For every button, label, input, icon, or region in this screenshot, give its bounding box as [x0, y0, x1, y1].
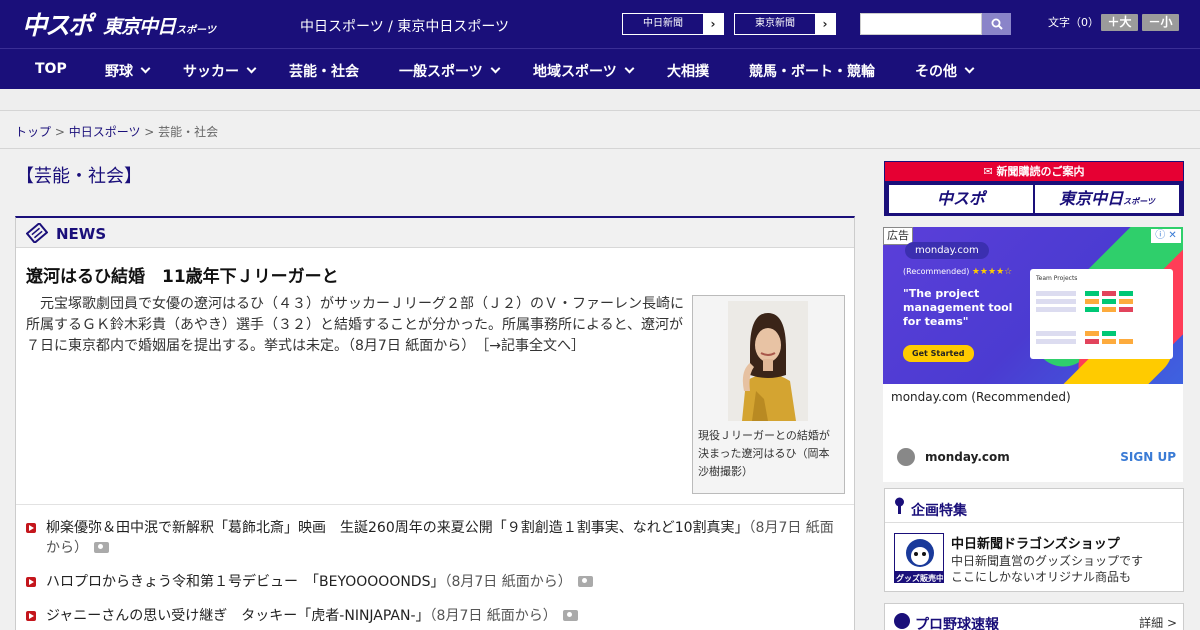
camera-icon — [577, 576, 593, 587]
baseball-icon — [894, 613, 910, 629]
feature-item-desc: 中日新聞直営のグッズショップです ここにしかないオリジナル商品も — [951, 554, 1144, 584]
font-smaller-button[interactable]: －小 — [1142, 14, 1179, 31]
list-item[interactable]: ハロプロからきょう令和第１号デビュー 「BEYOOOOONDS」（8月7日 紙面… — [26, 572, 846, 592]
top-header: 中スポ 東京中日 スポーツ 中日スポーツ / 東京中日スポーツ 中日新聞 › 東… — [0, 0, 1200, 48]
search-icon — [991, 18, 1003, 30]
star-icon: ★★★★☆ — [971, 267, 1013, 277]
chevron-down-icon — [624, 63, 635, 74]
monday-logo: monday.com — [905, 242, 989, 259]
chevron-down-icon — [246, 63, 257, 74]
news-photo-box: 現役Ｊリーガーとの結婚が決まった遼河はるひ（岡本沙樹撮影） — [692, 295, 845, 494]
subscribe-chuspo-button[interactable]: 中スポ — [889, 185, 1033, 213]
news-headline[interactable]: 遼河はるひ結婚 11歳年下Ｊリーガーと — [26, 262, 339, 287]
baseball-live-box: プロ野球速報 詳細 > — [884, 603, 1184, 630]
list-item[interactable]: ジャニーさんの思い受け継ぎ タッキー「虎者-NINJAPAN-」（8月7日 紙面… — [26, 606, 846, 626]
ad-domain: monday.com — [925, 450, 1010, 464]
breadcrumb-bar: トップ > 中日スポーツ > 芸能・社会 — [0, 111, 1200, 149]
subscription-box: ✉ 新聞購読のご案内 中スポ 東京中日スポーツ — [884, 161, 1184, 216]
camera-icon — [94, 542, 109, 553]
nav-item-other[interactable]: その他 — [915, 61, 975, 81]
list-item[interactable]: 柳楽優弥＆田中泯で新解釈「葛飾北斎」映画 生誕260周年の来夏公開「９割創造１割… — [26, 518, 846, 558]
nav-item-top[interactable]: TOP — [35, 61, 67, 77]
site-title[interactable]: 中日スポーツ / 東京中日スポーツ — [300, 16, 509, 36]
tokyo-shimbun-link[interactable]: 東京新聞 › — [734, 13, 836, 35]
ad-close-icon[interactable]: ⓘ ✕ — [1151, 229, 1181, 243]
chevron-right-icon: › — [703, 14, 723, 34]
news-icon — [26, 223, 48, 243]
nav-item-local-sports[interactable]: 地域スポーツ — [533, 61, 635, 81]
camera-icon — [562, 610, 578, 621]
feature-header: 企画特集 — [885, 489, 1183, 523]
photo-caption: 現役Ｊリーガーとの結婚が決まった遼河はるひ（岡本沙樹撮影） — [698, 429, 830, 478]
nav-item-soccer[interactable]: サッカー — [183, 61, 257, 81]
bullet-icon — [26, 523, 36, 533]
divider — [16, 504, 854, 505]
nav-item-baseball[interactable]: 野球 — [105, 61, 151, 81]
globe-icon — [897, 448, 915, 466]
pin-icon — [895, 497, 904, 514]
nav-spacer — [0, 89, 1200, 111]
svg-text:グッズ販売中: グッズ販売中 — [896, 573, 944, 583]
chevron-down-icon — [490, 63, 501, 74]
font-larger-button[interactable]: ＋大 — [1101, 14, 1138, 31]
news-box: NEWS 遼河はるひ結婚 11歳年下Ｊリーガーと 元宝塚歌劇団員で女優の遼河はる… — [15, 216, 855, 630]
bullet-icon — [26, 577, 36, 587]
chevron-down-icon — [964, 63, 975, 74]
ad-advertiser: monday.com (Recommended) — [891, 390, 1071, 404]
search-button[interactable] — [982, 13, 1011, 35]
dragons-shop-thumbnail[interactable]: グッズ販売中 — [894, 533, 944, 583]
ad-signup-button[interactable]: SIGN UP — [1120, 450, 1176, 464]
news-header: NEWS — [16, 218, 854, 248]
portrait-image — [728, 301, 808, 421]
nav-item-entertainment[interactable]: 芸能・社会 — [289, 61, 359, 81]
breadcrumb-chunichi-sports[interactable]: 中日スポーツ — [69, 125, 141, 139]
feature-item-title[interactable]: 中日新聞ドラゴンズショップ — [951, 533, 1120, 552]
news-lead: 元宝塚歌劇団員で女優の遼河はるひ（４３）がサッカーＪリーグ２部（Ｊ２）のＶ・ファ… — [26, 296, 684, 354]
news-photo[interactable] — [728, 301, 808, 421]
dragons-mascot-icon: グッズ販売中 — [895, 539, 944, 583]
baseball-details-link[interactable]: 詳細 > — [1139, 614, 1177, 630]
breadcrumb-top[interactable]: トップ — [15, 125, 51, 139]
chunichi-shimbun-link[interactable]: 中日新聞 › — [622, 13, 724, 35]
ad-headline: "The project management tool for teams" — [903, 287, 1013, 328]
read-more-link[interactable]: ［→記事全文へ］ — [482, 338, 585, 354]
news-section-title: NEWS — [56, 225, 107, 243]
search-input[interactable] — [860, 13, 982, 35]
nav-item-racing[interactable]: 競馬・ボート・競輪 — [749, 61, 875, 81]
baseball-title: プロ野球速報 — [915, 617, 999, 630]
bullet-icon — [26, 611, 36, 621]
ad-screenshot: Team Projects — [1030, 269, 1173, 359]
logo-tokyo-chunichi: 東京中日 — [103, 16, 176, 38]
feature-title: 企画特集 — [911, 503, 967, 519]
breadcrumb-current: 芸能・社会 — [158, 125, 219, 139]
ad-rating: (Recommended) ★★★★☆ — [903, 267, 1013, 277]
font-size-label: 文字（0） — [1048, 16, 1099, 29]
logo-sports: スポーツ — [176, 25, 216, 36]
subscription-title: ✉ 新聞購読のご案内 — [885, 162, 1183, 181]
breadcrumb: トップ > 中日スポーツ > 芸能・社会 — [15, 125, 219, 139]
feature-box: 企画特集 グッズ販売中 中日新聞ドラゴンズショップ 中日新聞直営のグッズショップ… — [884, 488, 1184, 592]
page-title: 【芸能・社会】 — [16, 166, 142, 187]
chevron-down-icon — [140, 63, 151, 74]
ad-table-graphic — [1036, 291, 1133, 344]
ad-info[interactable]: monday.com (Recommended) monday.com SIGN… — [883, 384, 1183, 482]
nav-item-sumo[interactable]: 大相撲 — [667, 61, 709, 81]
ad-get-started-button[interactable]: Get Started — [903, 345, 974, 362]
nav-item-general-sports[interactable]: 一般スポーツ — [399, 61, 501, 81]
advertisement[interactable]: 広告 ⓘ ✕ monday.com (Recommended) ★★★★☆ "T… — [883, 227, 1183, 384]
logo-chuspo: 中スポ — [22, 11, 93, 40]
subscribe-tokyo-chunichi-button[interactable]: 東京中日スポーツ — [1035, 185, 1179, 213]
site-logo[interactable]: 中スポ 東京中日 スポーツ — [22, 8, 216, 40]
chevron-right-icon: › — [815, 14, 835, 34]
main-nav: TOP 野球 サッカー 芸能・社会 一般スポーツ 地域スポーツ 大相撲 競馬・ボ… — [0, 48, 1200, 89]
news-list: 柳楽優弥＆田中泯で新解釈「葛飾北斎」映画 生誕260周年の来夏公開「９割創造１割… — [26, 518, 846, 630]
